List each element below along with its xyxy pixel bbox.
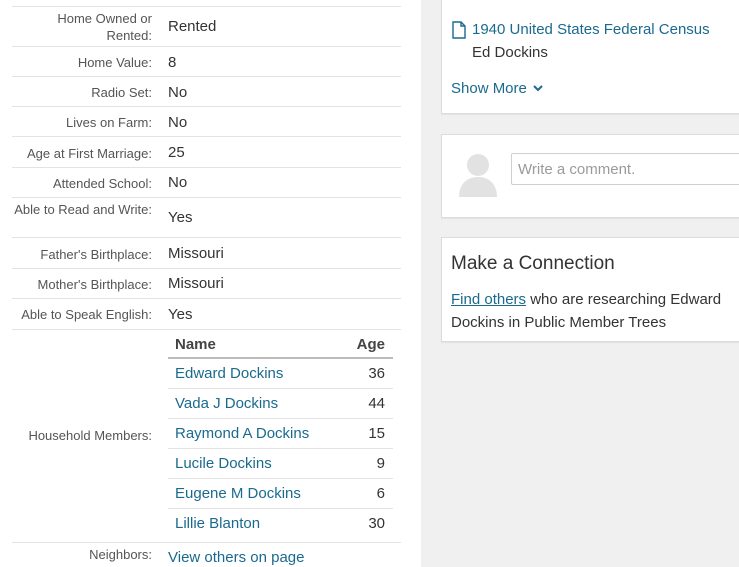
member-age: 6 bbox=[376, 485, 385, 502]
household-header: Name Age bbox=[168, 333, 393, 359]
page: Home Owned or Rented: Rented Home Value:… bbox=[0, 0, 739, 567]
detail-label: Lives on Farm: bbox=[66, 115, 152, 130]
connection-description: Find others who are researching Edward D… bbox=[451, 288, 736, 334]
detail-row-attended-school: Attended School: No bbox=[12, 168, 401, 198]
household-row: Edward Dockins 36 bbox=[168, 359, 393, 389]
detail-row-radio-set: Radio Set: No bbox=[12, 77, 401, 107]
neighbors-label: Neighbors: bbox=[89, 547, 152, 562]
household-row: Raymond A Dockins 15 bbox=[168, 419, 393, 449]
household-members-label: Household Members: bbox=[28, 428, 152, 443]
divider bbox=[12, 542, 401, 543]
member-name-link[interactable]: Lillie Blanton bbox=[175, 515, 260, 532]
member-name-link[interactable]: Eugene M Dockins bbox=[175, 485, 301, 502]
detail-value: No bbox=[168, 84, 188, 101]
detail-row-speak-english: Able to Speak English: Yes bbox=[12, 299, 401, 330]
comment-input[interactable] bbox=[511, 153, 739, 185]
member-age: 44 bbox=[368, 395, 385, 412]
member-age: 30 bbox=[368, 515, 385, 532]
detail-value: No bbox=[168, 174, 188, 191]
detail-label: Father's Birthplace: bbox=[40, 247, 152, 262]
detail-row-read-write: Able to Read and Write: Yes bbox=[12, 198, 401, 238]
household-row: Lucile Dockins 9 bbox=[168, 449, 393, 479]
detail-label: Attended School: bbox=[52, 176, 152, 191]
detail-row-home-value: Home Value: 8 bbox=[12, 47, 401, 77]
detail-value: Yes bbox=[168, 209, 193, 226]
detail-label: Home Value: bbox=[77, 55, 152, 70]
member-age: 9 bbox=[376, 455, 385, 472]
detail-value: Yes bbox=[168, 306, 193, 323]
detail-value: 8 bbox=[168, 54, 177, 71]
detail-row-father-birthplace: Father's Birthplace: Missouri bbox=[12, 238, 401, 269]
detail-row-mother-birthplace: Mother's Birthplace: Missouri bbox=[12, 269, 401, 299]
member-name-link[interactable]: Lucile Dockins bbox=[175, 455, 272, 472]
detail-row-home-owned: Home Owned or Rented: Rented bbox=[12, 7, 401, 47]
member-name-link[interactable]: Vada J Dockins bbox=[175, 395, 278, 412]
detail-row-lives-on-farm: Lives on Farm: No bbox=[12, 107, 401, 137]
detail-value: Missouri bbox=[168, 245, 224, 262]
chevron-down-icon[interactable] bbox=[532, 82, 544, 94]
sources-card: Ag 1940 United States Federal Census Ed … bbox=[441, 0, 739, 114]
detail-label: Radio Set: bbox=[91, 85, 152, 100]
detail-value: Missouri bbox=[168, 275, 224, 292]
detail-value: 25 bbox=[168, 144, 185, 161]
household-row: Vada J Dockins 44 bbox=[168, 389, 393, 419]
census-person-name: Ed Dockins bbox=[472, 44, 548, 61]
document-icon bbox=[452, 21, 466, 39]
column-header-age[interactable]: Age bbox=[357, 336, 385, 353]
detail-label: Age at First Marriage: bbox=[27, 146, 152, 161]
member-age: 36 bbox=[368, 365, 385, 382]
avatar-icon bbox=[459, 154, 497, 197]
detail-label: Home Owned or Rented: bbox=[57, 11, 152, 43]
detail-label: Able to Speak English: bbox=[21, 307, 152, 322]
household-row: Eugene M Dockins 6 bbox=[168, 479, 393, 509]
detail-label: Mother's Birthplace: bbox=[37, 277, 152, 292]
census-record-link[interactable]: 1940 United States Federal Census bbox=[472, 21, 710, 38]
household-table: Name Age Edward Dockins 36 Vada J Dockin… bbox=[168, 333, 393, 539]
find-others-link[interactable]: Find others bbox=[451, 291, 526, 308]
column-header-name[interactable]: Name bbox=[175, 336, 216, 353]
make-connection-title: Make a Connection bbox=[451, 253, 615, 274]
member-name-link[interactable]: Raymond A Dockins bbox=[175, 425, 309, 442]
detail-row-age-first-marriage: Age at First Marriage: 25 bbox=[12, 137, 401, 168]
detail-value: No bbox=[168, 114, 188, 131]
detail-label: Able to Read and Write: bbox=[14, 202, 152, 217]
member-name-link[interactable]: Edward Dockins bbox=[175, 365, 283, 382]
make-connection-card: Make a Connection Find others who are re… bbox=[441, 237, 739, 342]
detail-value: Rented bbox=[168, 18, 217, 35]
household-row: Lillie Blanton 30 bbox=[168, 509, 393, 539]
view-others-link[interactable]: View others on page bbox=[168, 549, 305, 566]
comment-card bbox=[441, 134, 739, 218]
show-more-button[interactable]: Show More bbox=[451, 80, 527, 97]
member-age: 15 bbox=[368, 425, 385, 442]
